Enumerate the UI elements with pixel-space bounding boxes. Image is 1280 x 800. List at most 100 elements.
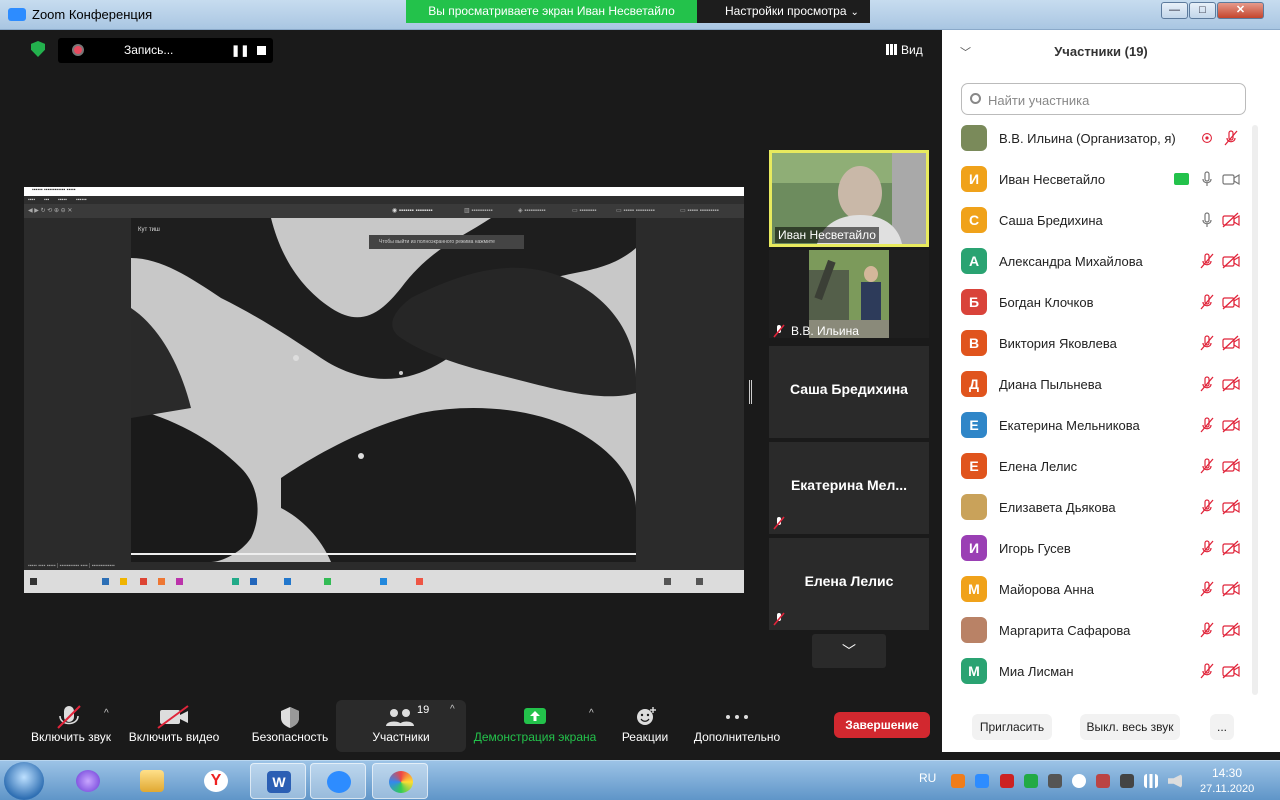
share-screen-button[interactable]: Демонстрация экрана ^ (470, 704, 600, 752)
folder-icon (140, 770, 164, 792)
audio-options-caret[interactable]: ^ (104, 708, 109, 719)
word-icon: W (267, 771, 291, 793)
taskbar-explorer-app[interactable] (124, 763, 180, 799)
view-label: Вид (901, 43, 923, 57)
participants-button[interactable]: 19 Участники ^ (336, 700, 466, 752)
participant-avatar: И (961, 166, 987, 192)
video-tile[interactable]: В.В. Ильина (769, 250, 929, 338)
participant-avatar: А (961, 248, 987, 274)
tray-app-icon[interactable] (1096, 774, 1110, 788)
participant-search-input[interactable] (988, 90, 1238, 110)
taskbar-paint-app[interactable] (372, 763, 428, 799)
participant-row[interactable]: Е Елена Лелис (942, 446, 1260, 487)
tray-yandex-icon[interactable] (1072, 774, 1086, 788)
mic-muted-icon (1200, 663, 1214, 679)
participant-row[interactable]: В Виктория Яковлева (942, 323, 1260, 364)
mic-muted-icon (1200, 499, 1214, 515)
start-video-button[interactable]: Включить видео (124, 704, 224, 752)
shared-screen: ▪▪▪▪▪▪ ▪▪▪▪▪▪▪▪▪▪▪▪ ▪▪▪▪▪ ▪▪▪▪ ▪▪▪ ▪▪▪▪▪… (24, 187, 744, 593)
network-signal-icon[interactable] (1144, 774, 1158, 788)
more-button[interactable]: Дополнительно (690, 704, 784, 752)
shared-tab: ▭ ▪▪▪▪▪ ▪▪▪▪▪▪▪▪▪ (616, 208, 655, 214)
shared-left-pane (24, 218, 131, 562)
taskbar-yandex-browser-app[interactable]: Y (188, 763, 244, 799)
participant-row[interactable]: Елизавета Дьякова (942, 487, 1260, 528)
shared-app-icon (380, 578, 387, 585)
shared-tab: ▭ ▪▪▪▪▪▪▪▪ (572, 208, 597, 214)
participant-avatar: М (961, 658, 987, 684)
participant-avatar: Е (961, 412, 987, 438)
panel-more-button[interactable]: ... (1210, 714, 1234, 740)
input-language-indicator[interactable]: RU (919, 771, 936, 785)
reactions-button[interactable]: Реакции (613, 704, 677, 752)
tray-zoom-icon[interactable] (975, 774, 989, 788)
taskbar-alice-app[interactable] (60, 763, 116, 799)
muted-mic-icon (773, 516, 785, 530)
mic-muted-icon (1200, 581, 1214, 597)
taskbar-zoom-app[interactable] (310, 763, 366, 799)
shared-tab: ▭ ▪▪▪▪▪ ▪▪▪▪▪▪▪▪▪ (680, 208, 719, 214)
participant-list-scrollbar[interactable] (1252, 125, 1258, 695)
participant-name: Екатерина Мельникова (999, 418, 1140, 433)
participant-avatar: Е (961, 453, 987, 479)
shared-menu-item: ▪▪▪ (44, 197, 50, 203)
participant-row[interactable]: И Иван Несветайло (942, 159, 1260, 200)
participant-row[interactable]: Б Богдан Клочков (942, 282, 1260, 323)
participant-row[interactable]: С Саша Бредихина (942, 200, 1260, 241)
share-options-caret[interactable]: ^ (589, 708, 594, 719)
taskbar-word-app[interactable]: W (250, 763, 306, 799)
tray-avast-icon[interactable] (951, 774, 965, 788)
video-tile[interactable]: Елена Лелис (769, 538, 929, 630)
tray-app-icon[interactable] (1000, 774, 1014, 788)
participant-row[interactable]: А Александра Михайлова (942, 241, 1260, 282)
resize-handle[interactable] (749, 380, 752, 404)
stop-recording-icon[interactable] (257, 46, 266, 55)
maximize-button[interactable]: □ (1189, 2, 1216, 19)
volume-icon[interactable] (1168, 774, 1182, 788)
video-tile[interactable]: Екатерина Мел... (769, 442, 929, 534)
security-button[interactable]: Безопасность (246, 704, 334, 752)
participant-search[interactable] (961, 83, 1246, 115)
camera-off-icon (1222, 458, 1240, 474)
participant-row[interactable]: В.В. Ильина (Организатор, я) (942, 118, 1260, 159)
participant-avatar (961, 617, 987, 643)
shared-tab: ◉ ▪▪▪▪▪▪▪ ▪▪▪▪▪▪▪▪ (392, 208, 433, 214)
invite-button[interactable]: Пригласить (972, 714, 1052, 740)
participant-row[interactable]: Е Екатерина Мельникова (942, 405, 1260, 446)
tray-app-icon[interactable] (1048, 774, 1062, 788)
close-button[interactable]: ✕ (1217, 2, 1264, 19)
mic-on-icon (1202, 212, 1212, 227)
start-button[interactable] (4, 762, 44, 800)
unmute-button[interactable]: Включить звук ^ (24, 704, 118, 752)
window-title: Zoom Конференция (32, 7, 153, 22)
clock-time[interactable]: 14:30 (1212, 766, 1242, 780)
participant-row[interactable]: М Миа Лисман (942, 651, 1260, 692)
end-meeting-button[interactable]: Завершение (834, 712, 930, 738)
screen-share-banner: Вы просматриваете экран Иван Несветайло (406, 0, 697, 23)
participant-row[interactable]: Д Диана Пыльнева (942, 364, 1260, 405)
security-shield-icon (281, 707, 299, 728)
mute-all-button[interactable]: Выкл. весь звук (1080, 714, 1180, 740)
encryption-shield-icon[interactable] (31, 41, 45, 57)
view-settings-menu[interactable]: Настройки просмотра ⌄ (697, 0, 870, 23)
view-layout-button[interactable]: Вид (886, 38, 923, 62)
participants-count: 19 (417, 704, 430, 716)
tray-app-icon[interactable] (1120, 774, 1134, 788)
chevron-down-icon: ⌄ (850, 7, 859, 18)
participant-row[interactable]: И Игорь Гусев (942, 528, 1260, 569)
mic-on-icon (1202, 171, 1212, 186)
clock-date[interactable]: 27.11.2020 (1200, 783, 1254, 795)
more-tiles-button[interactable]: ﹀ (812, 634, 886, 668)
alice-icon (76, 770, 100, 792)
participant-row[interactable]: М Майорова Анна (942, 569, 1260, 610)
tray-app-icon[interactable] (1024, 774, 1038, 788)
share-screen-icon (524, 708, 546, 724)
participant-row[interactable]: Маргарита Сафарова (942, 610, 1260, 651)
participant-name: Иван Несветайло (999, 172, 1106, 187)
minimize-button[interactable]: — (1161, 2, 1188, 19)
pause-recording-icon[interactable]: ❚❚ (231, 44, 249, 57)
camera-off-icon (1222, 212, 1240, 228)
video-tile[interactable]: Саша Бредихина (769, 346, 929, 438)
video-tile-active-speaker[interactable]: Иван Несветайло (769, 150, 929, 247)
participants-caret[interactable]: ^ (450, 704, 455, 715)
